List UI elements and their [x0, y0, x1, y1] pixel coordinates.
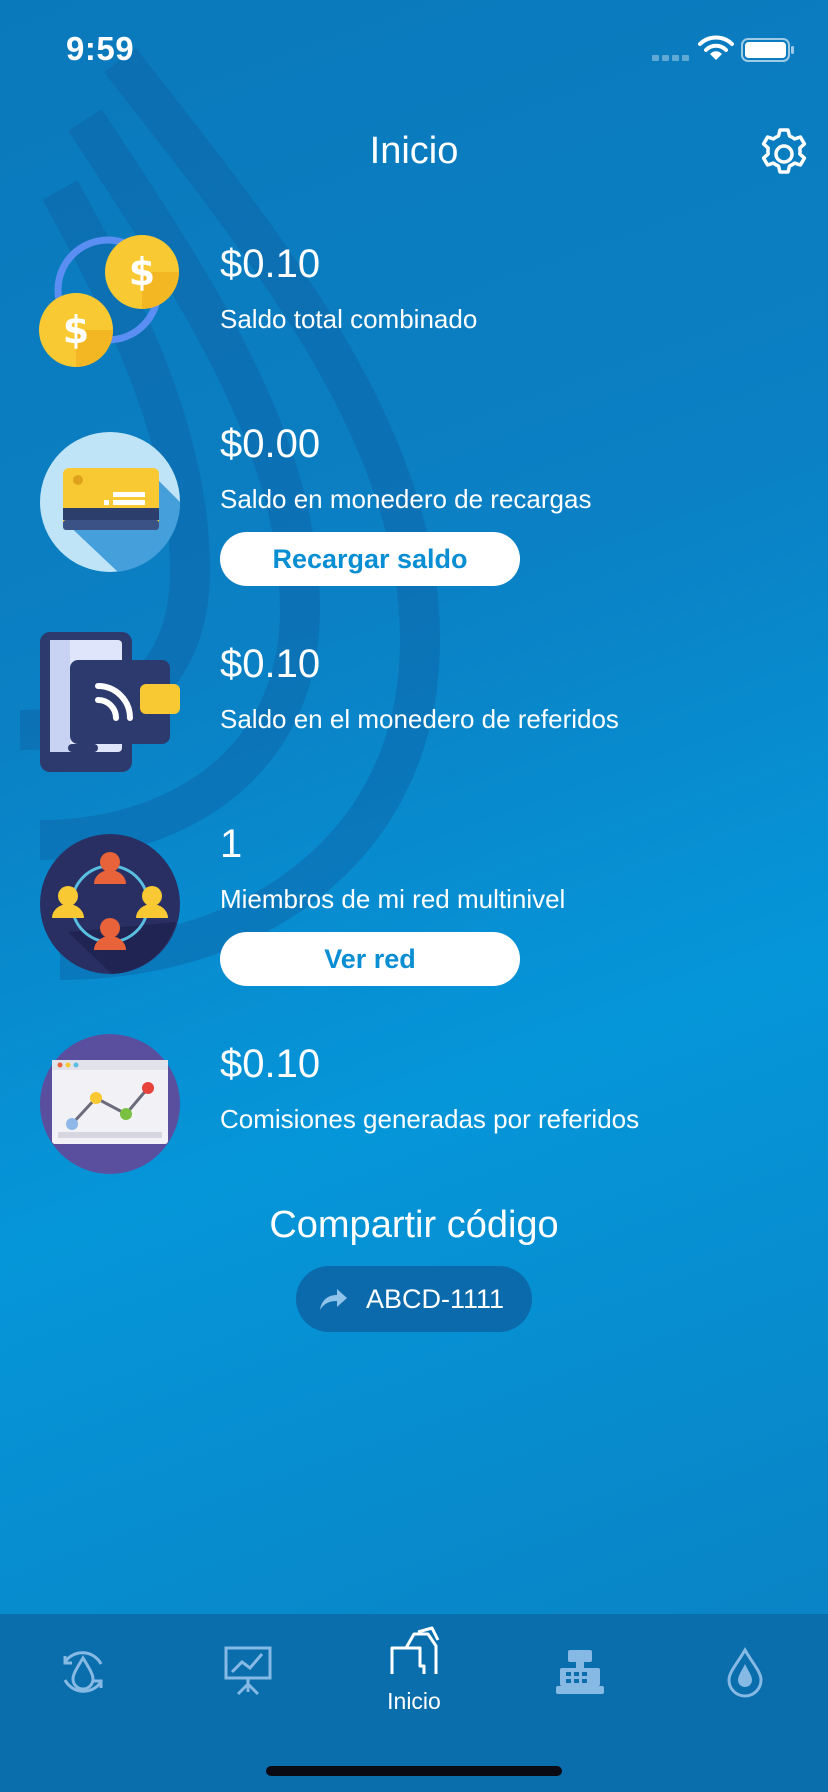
tab-label: Inicio [387, 1688, 441, 1714]
inicio-icon [390, 1626, 440, 1674]
status-bar: 9:59 [0, 0, 828, 100]
recharge-balance-button[interactable]: Recargar saldo [220, 532, 520, 586]
recharge-wallet-value: $0.00 [220, 422, 321, 466]
share-code-button[interactable]: ABCD-1111 [296, 1266, 532, 1332]
share-arrow-icon [320, 1289, 347, 1310]
battery-icon [741, 38, 794, 62]
commissions-row: $0.10 Comisiones generadas por referidos [0, 1030, 828, 1180]
commissions-value: $0.10 [220, 1042, 321, 1086]
referral-wallet-row: $0.10 Saldo en el monedero de referidos [0, 630, 828, 780]
recharge-wallet-row: $0.00 Saldo en monedero de recargas Reca… [0, 420, 828, 600]
settings-button[interactable] [756, 126, 812, 182]
balance-total-row: $ $ $0.10 Saldo total combinado [0, 220, 828, 370]
svg-text:$: $ [129, 250, 155, 294]
page-title: Inicio [369, 130, 459, 172]
network-members-row: 1 Miembros de mi red multinivel Ver red [0, 820, 828, 1000]
referral-wallet-label: Saldo en el monedero de referidos [220, 704, 619, 734]
network-members-label: Miembros de mi red multinivel [220, 884, 566, 914]
home-indicator [266, 1766, 562, 1776]
referral-wallet-value: $0.10 [220, 642, 321, 686]
view-network-button[interactable]: Ver red [220, 932, 520, 986]
share-code-title: Compartir código [269, 1204, 559, 1246]
tab-inicio[interactable]: Inicio [354, 1614, 474, 1744]
svg-text:$: $ [63, 308, 89, 352]
network-members-value: 1 [220, 822, 243, 866]
nfc-wallet-icon [40, 632, 180, 772]
coins-exchange-icon: $ $ [39, 235, 179, 367]
balance-total-value: $0.10 [220, 242, 321, 286]
card-icon [40, 432, 181, 572]
commissions-label: Comisiones generadas por referidos [220, 1104, 640, 1134]
presentation-chart-icon [224, 1646, 272, 1696]
drop-refresh-icon [63, 1651, 103, 1693]
line-chart-icon [40, 1034, 180, 1174]
cash-register-icon [556, 1650, 604, 1694]
drop-icon [727, 1646, 763, 1698]
balance-total-label: Saldo total combinado [220, 304, 478, 334]
network-icon [40, 834, 180, 974]
wifi-icon [698, 35, 734, 60]
tab-presentation[interactable] [188, 1614, 308, 1744]
referral-code: ABCD-1111 [366, 1284, 505, 1314]
tab-cash-register[interactable] [520, 1614, 640, 1744]
signal-icon [652, 55, 689, 61]
tab-drop-refresh[interactable] [23, 1614, 143, 1744]
recharge-wallet-label: Saldo en monedero de recargas [220, 484, 592, 514]
gear-icon [761, 128, 807, 174]
tab-drop[interactable] [685, 1614, 805, 1744]
status-time: 9:59 [66, 30, 135, 67]
